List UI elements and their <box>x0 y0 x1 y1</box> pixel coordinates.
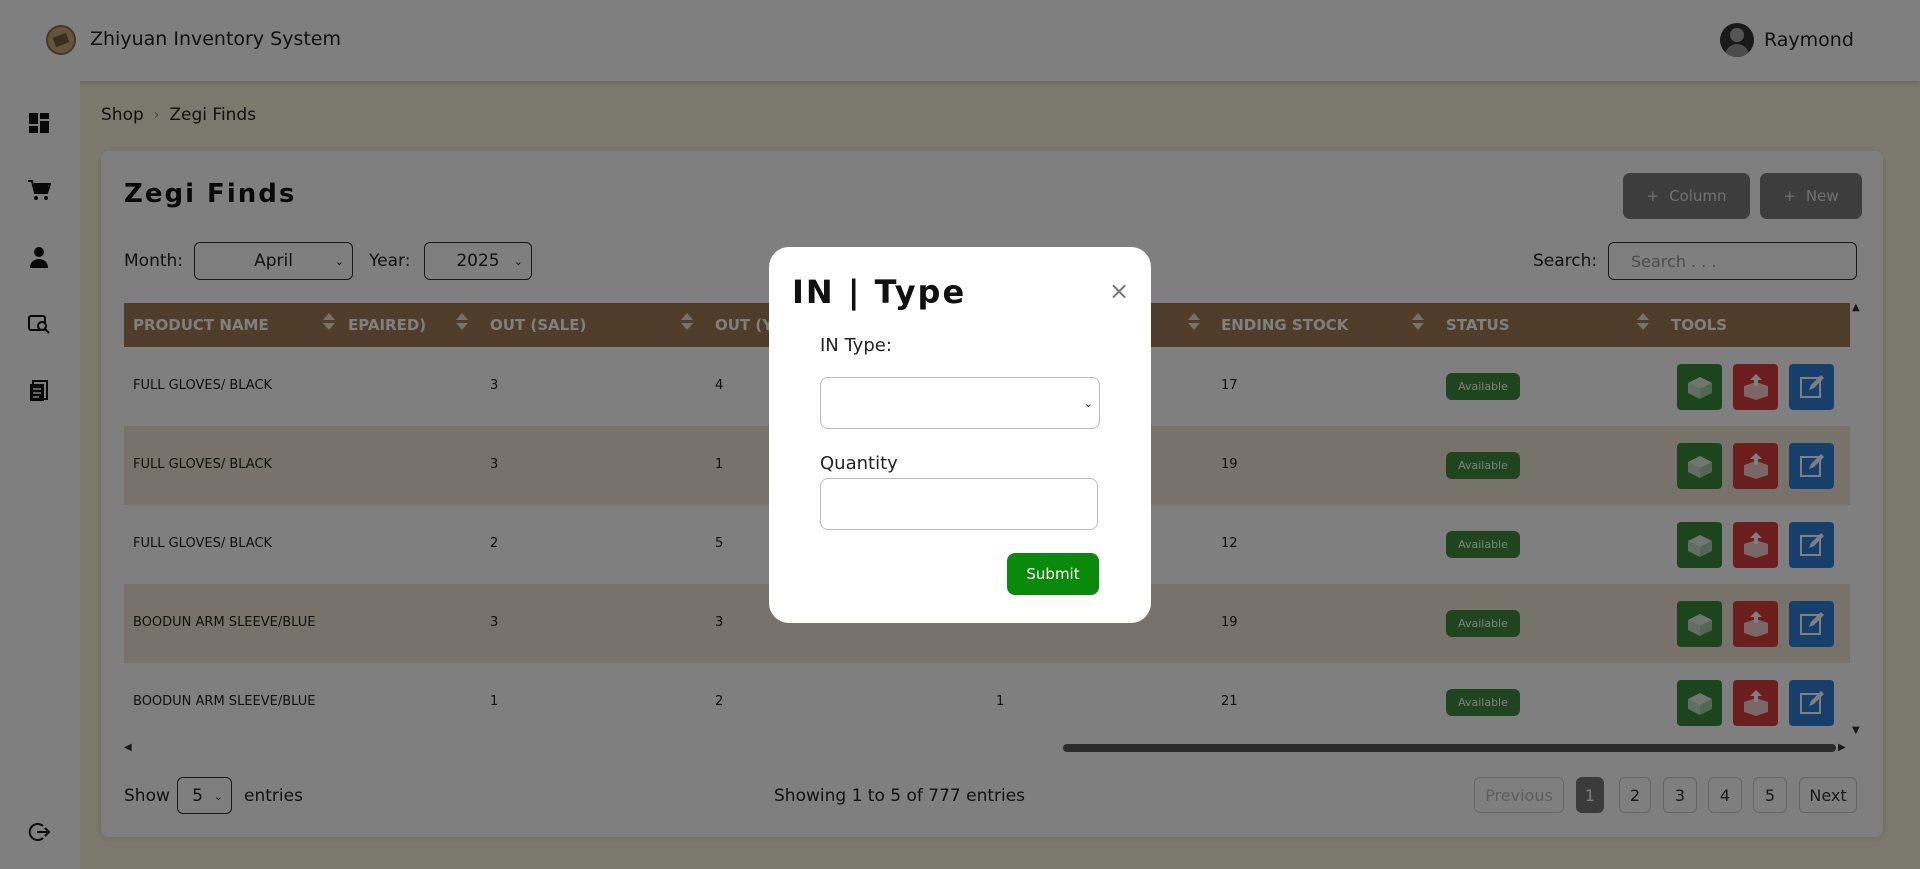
in-type-label: IN Type: <box>820 335 892 356</box>
modal-title: IN | Type <box>792 273 967 311</box>
close-icon[interactable]: × <box>1109 277 1129 305</box>
in-type-modal: IN | Type × IN Type: ⌄ Quantity Submit <box>769 247 1151 623</box>
quantity-label: Quantity <box>820 453 898 474</box>
chevron-down-icon: ⌄ <box>1083 397 1093 410</box>
in-type-select[interactable]: ⌄ <box>820 377 1100 429</box>
submit-button[interactable]: Submit <box>1007 553 1099 595</box>
quantity-input[interactable] <box>820 478 1098 530</box>
